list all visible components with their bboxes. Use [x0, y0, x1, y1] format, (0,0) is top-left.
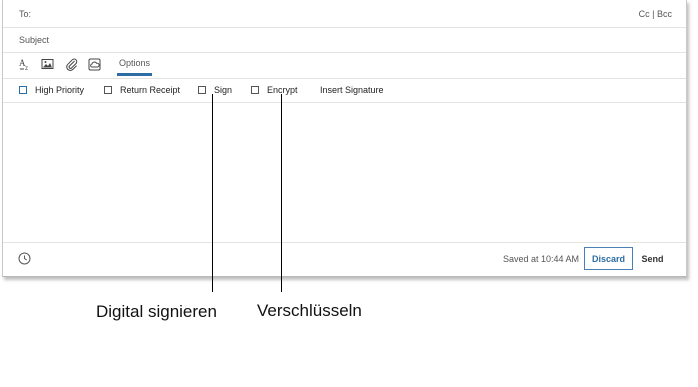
sign-checkbox[interactable] — [198, 86, 206, 94]
tab-options[interactable]: Options — [117, 58, 153, 76]
send-button[interactable]: Send — [637, 247, 668, 270]
text-format-icon[interactable]: A z — [19, 58, 33, 72]
compose-window: To: Cc | Bcc Subject A z Options High Pr… — [2, 0, 687, 277]
options-bar: High Priority Return Receipt Sign Encryp… — [3, 78, 686, 103]
cloud-icon[interactable] — [88, 58, 102, 71]
cc-bcc-link[interactable]: Cc | Bcc — [639, 9, 672, 19]
saved-status: Saved at 10:44 AM — [502, 254, 579, 264]
to-row[interactable]: To: Cc | Bcc — [3, 0, 686, 28]
svg-text:z: z — [25, 66, 28, 71]
message-body[interactable] — [3, 102, 686, 242]
subject-label: Subject — [19, 35, 50, 45]
encrypt-label: Encrypt — [267, 85, 298, 95]
encrypt-checkbox[interactable] — [251, 86, 259, 94]
discard-button[interactable]: Discard — [584, 247, 633, 270]
subject-field[interactable]: Subject — [3, 27, 686, 53]
encrypt-callout-line — [281, 94, 282, 292]
insert-signature-link[interactable]: Insert Signature — [320, 85, 384, 95]
high-priority-checkbox[interactable] — [19, 86, 27, 94]
return-receipt-checkbox[interactable] — [104, 86, 112, 94]
sign-callout-line — [212, 94, 213, 292]
attachment-icon[interactable] — [65, 58, 79, 71]
high-priority-label: High Priority — [35, 85, 85, 95]
return-receipt-option[interactable]: Return Receipt — [104, 85, 180, 95]
sign-label: Sign — [214, 85, 233, 95]
image-icon[interactable] — [41, 58, 55, 71]
sign-option[interactable]: Sign — [198, 85, 232, 95]
to-label: To: — [19, 9, 32, 19]
sign-callout-caption: Digital signieren — [96, 302, 217, 321]
compose-footer: Saved at 10:44 AM Discard Send — [3, 242, 686, 277]
encrypt-callout-caption: Verschlüsseln — [257, 301, 362, 320]
encrypt-option[interactable]: Encrypt — [251, 85, 298, 95]
return-receipt-label: Return Receipt — [120, 85, 181, 95]
clock-icon[interactable] — [18, 252, 31, 265]
high-priority-option[interactable]: High Priority — [19, 85, 84, 95]
compose-toolbar: A z Options — [3, 52, 686, 79]
